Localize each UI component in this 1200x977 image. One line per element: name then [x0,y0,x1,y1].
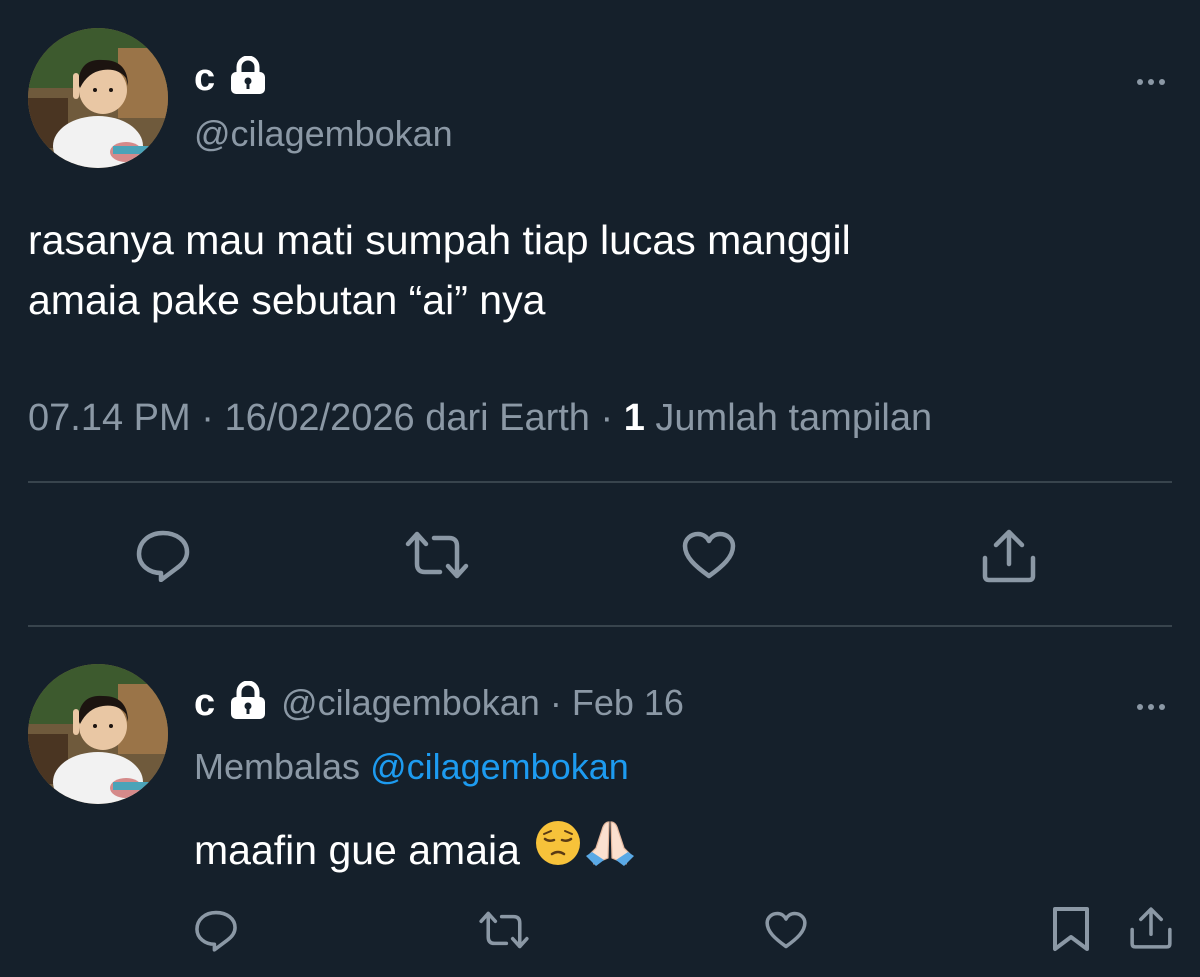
replying-to-handle[interactable]: @cilagembokan [370,746,629,787]
tweet-source: dari Earth [425,397,590,439]
tweet-date[interactable]: 16/02/2026 [224,397,414,439]
display-name[interactable]: c [194,682,215,725]
share-icon[interactable] [980,528,1038,584]
meta-separator: · [539,682,572,723]
reply-icon[interactable] [134,528,192,582]
replying-label: Membalas [194,746,361,787]
meta-separator: · [600,397,624,439]
tweet-text-line: rasanya mau mati sumpah tiap lucas mangg… [28,217,851,263]
avatar[interactable] [28,664,168,804]
avatar[interactable] [28,28,168,168]
views-count: 1 [623,397,645,439]
display-name[interactable]: c [194,56,215,100]
bookmark-icon[interactable] [1050,906,1092,952]
reply-icon[interactable] [193,908,239,952]
tweet-text-line: amaia pake sebutan “ai” nya [28,277,546,323]
display-name-row: c [194,55,267,101]
retweet-icon[interactable] [478,910,530,950]
like-icon[interactable] [764,910,808,950]
more-horizontal-icon[interactable] [1137,72,1170,90]
retweet-icon[interactable] [404,530,470,580]
tweet-meta: 07.14 PM · 16/02/2026 dari Earth · 1 Jum… [28,394,932,442]
divider [28,481,1172,483]
lock-icon [229,55,267,101]
lock-icon [229,680,267,726]
views-label: Jumlah tampilan [655,397,933,439]
tweet-date[interactable]: Feb 16 [572,682,684,724]
replying-to: Membalas @cilagembokan [194,744,629,790]
folded-hands-emoji [584,818,636,881]
pensive-face-emoji [534,819,582,880]
reply-header: c @cilagembokan · Feb 16 [194,680,684,726]
more-horizontal-icon[interactable] [1137,697,1170,715]
reply-text-content: maafin gue amaia [194,826,520,873]
reply-text: maafin gue amaia [194,818,636,881]
handle[interactable]: @cilagembokan [194,112,453,156]
meta-separator: · [201,397,225,439]
tweet-text: rasanya mau mati sumpah tiap lucas mangg… [28,210,851,330]
handle[interactable]: @cilagembokan [281,682,540,724]
like-icon[interactable] [681,530,737,580]
share-icon[interactable] [1128,906,1174,950]
divider [28,625,1172,627]
tweet-time[interactable]: 07.14 PM [28,397,191,439]
